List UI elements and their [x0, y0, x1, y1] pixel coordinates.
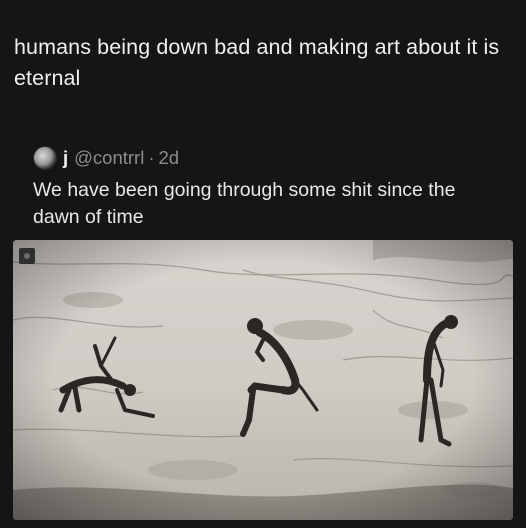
avatar[interactable] [33, 146, 57, 170]
cave-painting-image [13, 240, 513, 520]
handle[interactable]: @contrrl [74, 147, 144, 169]
quoted-post-header[interactable]: j @contrrl · 2d [33, 145, 179, 171]
quoted-post-text: We have been going through some shit sin… [33, 179, 456, 228]
timestamp[interactable]: 2d [159, 147, 180, 169]
post-text: humans being down bad and making art abo… [14, 35, 500, 90]
separator-dot: · [148, 147, 155, 168]
display-name[interactable]: j [63, 147, 68, 169]
media-image[interactable] [13, 240, 513, 520]
image-badge-icon [19, 248, 35, 264]
